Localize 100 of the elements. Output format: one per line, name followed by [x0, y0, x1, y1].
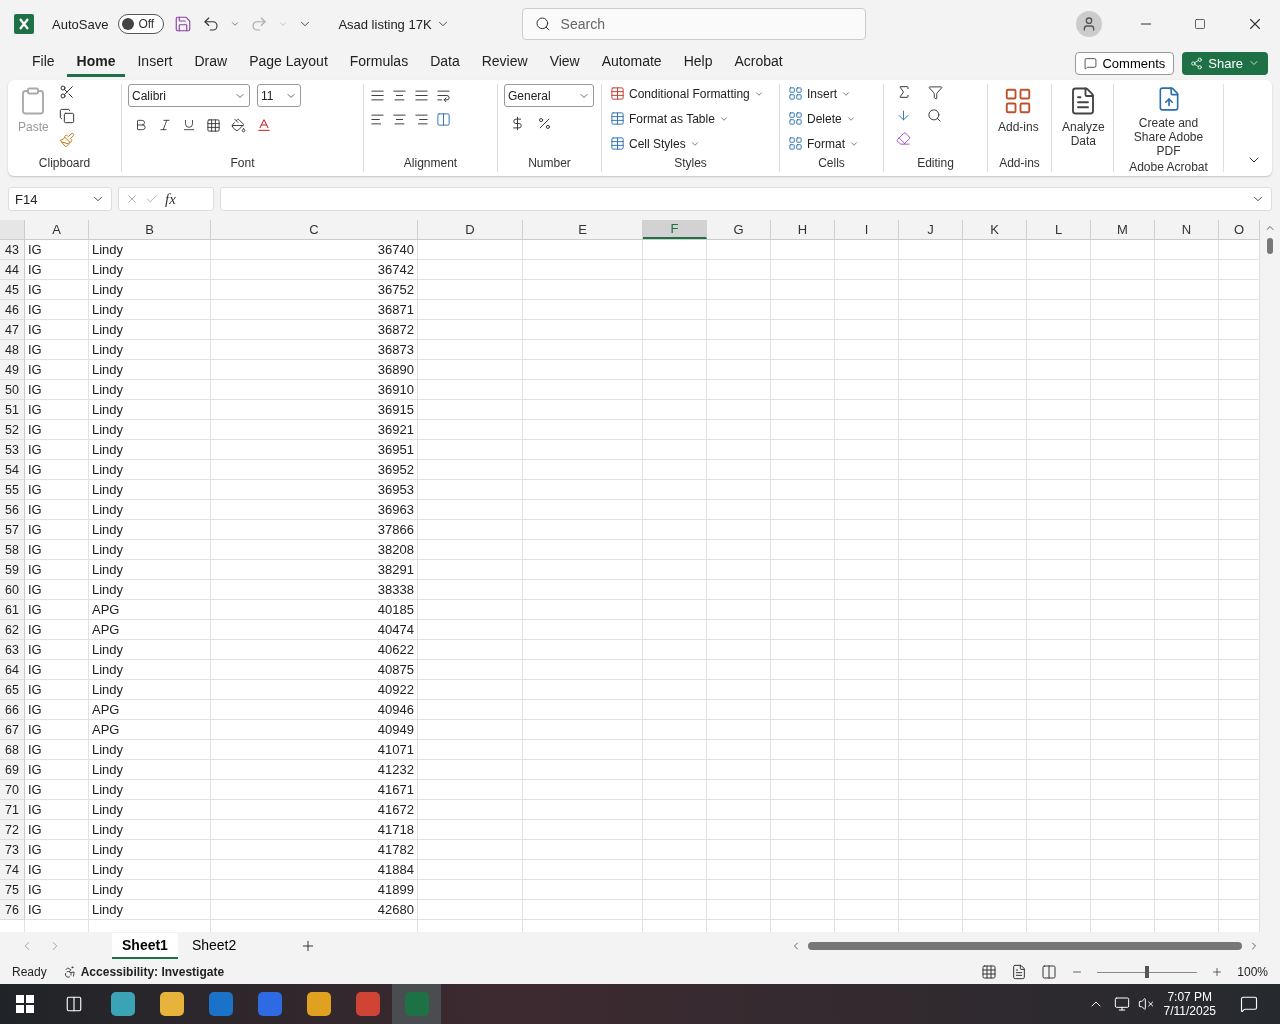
comments-button[interactable]: Comments: [1075, 51, 1175, 75]
styles-menu-button[interactable]: Cell Styles: [608, 134, 766, 153]
start-icon[interactable]: [15, 995, 34, 1013]
accessibility-icon: [62, 965, 77, 979]
table-cell-text: IG: [27, 521, 43, 539]
cells-icon: [788, 86, 803, 101]
page-layout-icon[interactable]: [1011, 964, 1028, 980]
task-view-icon[interactable]: [64, 995, 83, 1013]
table-cell-text: IG: [27, 601, 43, 619]
align-middle-icon[interactable]: [392, 88, 407, 103]
italic-icon[interactable]: [158, 118, 172, 132]
cells-menu-button[interactable]: Insert: [786, 84, 861, 103]
filter-icon[interactable]: [928, 84, 943, 100]
scrollbar-thumb[interactable]: [1267, 238, 1273, 254]
app-icon[interactable]: [110, 992, 135, 1016]
row-number: 69: [0, 760, 25, 780]
undo-icon[interactable]: [202, 15, 221, 33]
align-right-icon[interactable]: [414, 112, 429, 127]
menu-tab[interactable]: Draw: [184, 49, 238, 77]
menu-tab[interactable]: Data: [420, 49, 470, 77]
menu-tab[interactable]: Home: [66, 49, 126, 77]
menu-tab[interactable]: View: [539, 49, 590, 77]
row-number: 63: [0, 640, 25, 660]
table-cell-text: 41672: [376, 801, 415, 819]
notifications-icon[interactable]: [1240, 995, 1258, 1013]
menu-tab[interactable]: Automate: [591, 49, 672, 77]
styles-menu-button[interactable]: Conditional Formatting: [608, 84, 766, 103]
analyze-data-button[interactable]: Analyze Data: [1058, 84, 1109, 172]
add-ins-button[interactable]: Add-ins: [994, 84, 1043, 156]
table-cell-text: APG: [91, 601, 121, 619]
font-color-icon[interactable]: [256, 117, 272, 133]
autosave-toggle[interactable]: Off: [118, 14, 165, 34]
sheet-tab[interactable]: Sheet2: [181, 933, 247, 959]
align-top-icon[interactable]: [370, 88, 385, 103]
menu-tab[interactable]: Formulas: [339, 49, 419, 77]
table-cell-text: APG: [91, 701, 121, 719]
bold-icon[interactable]: [134, 118, 148, 132]
fill-color-icon[interactable]: [231, 117, 246, 133]
percent-icon[interactable]: [537, 116, 552, 131]
copy-icon[interactable]: [58, 108, 75, 124]
table-cell-text: Lindy: [91, 241, 125, 259]
menu-tab[interactable]: Insert: [127, 49, 183, 77]
share-button[interactable]: Share: [1182, 51, 1268, 75]
scrollbar-thumb[interactable]: [808, 942, 1242, 950]
row-number: 65: [0, 680, 25, 700]
insert-function-button[interactable]: fx: [165, 190, 176, 208]
sheet-tab[interactable]: Sheet1: [112, 933, 178, 959]
table-cell-text: 41782: [376, 841, 415, 859]
formula-field[interactable]: [220, 187, 1272, 211]
menu-tab[interactable]: Review: [471, 49, 538, 77]
borders-icon[interactable]: [206, 117, 221, 133]
create-pdf-button[interactable]: Create and Share Adobe PDF: [1120, 84, 1217, 160]
styles-menu-button[interactable]: Format as Table: [608, 109, 766, 128]
cells-menu-button[interactable]: Delete: [786, 109, 861, 128]
search-field[interactable]: Search: [521, 8, 866, 40]
menu-tab[interactable]: File: [22, 49, 65, 77]
network-icon[interactable]: [1113, 996, 1130, 1012]
paintbrush-icon[interactable]: [58, 132, 75, 148]
align-bottom-icon[interactable]: [414, 88, 429, 103]
eraser-icon[interactable]: [896, 131, 911, 146]
number-format-field[interactable]: General: [504, 84, 594, 107]
clock[interactable]: 7:07 PM 7/11/2025: [1163, 990, 1216, 1018]
spreadsheet-logo-icon: [14, 14, 34, 34]
table-cell-text: 38291: [376, 561, 415, 579]
zoom-in-icon[interactable]: [1211, 966, 1224, 978]
menu-tab[interactable]: Page Layout: [239, 49, 338, 77]
fill-down-icon[interactable]: [896, 108, 911, 123]
volume-muted-icon[interactable]: [1137, 996, 1154, 1012]
table-cell-text: IG: [27, 621, 43, 639]
accessibility-button[interactable]: Accessibility: Investigate: [60, 963, 227, 981]
table-cell-text: 36742: [376, 261, 415, 279]
wrap-text-icon[interactable]: [436, 88, 451, 103]
menu-tab[interactable]: Acrobat: [724, 49, 793, 77]
cells-menu-button[interactable]: Format: [786, 134, 861, 153]
restore-icon[interactable]: [1194, 18, 1206, 30]
table-cell-text: 36952: [376, 461, 415, 479]
table-cell-text: 36872: [376, 321, 415, 339]
page-break-icon[interactable]: [1041, 964, 1058, 980]
menu-tab[interactable]: Help: [673, 49, 723, 77]
row-number: 47: [0, 320, 25, 340]
align-center-icon[interactable]: [392, 112, 407, 127]
currency-icon[interactable]: [510, 116, 525, 131]
cut-icon[interactable]: [58, 84, 75, 100]
font-size-field[interactable]: 11: [257, 84, 301, 107]
column-header[interactable]: F: [643, 220, 707, 239]
table-cell-text: Lindy: [91, 901, 125, 919]
align-left-icon[interactable]: [370, 112, 385, 127]
table-cell-text: 37866: [376, 521, 415, 539]
find-icon[interactable]: [927, 108, 942, 123]
merge-icon[interactable]: [436, 112, 451, 127]
normal-view-icon[interactable]: [981, 964, 998, 980]
name-box[interactable]: F14: [8, 187, 112, 211]
underline-icon[interactable]: [182, 118, 196, 132]
font-name-field[interactable]: Calibri: [128, 84, 250, 107]
row-number: 46: [0, 300, 25, 320]
sum-icon[interactable]: [896, 84, 912, 100]
save-icon[interactable]: [174, 15, 193, 33]
table-cell-text: IG: [27, 321, 43, 339]
autosave-label: AutoSave: [52, 16, 109, 32]
filename-button[interactable]: Asad listing 17K: [336, 14, 452, 34]
